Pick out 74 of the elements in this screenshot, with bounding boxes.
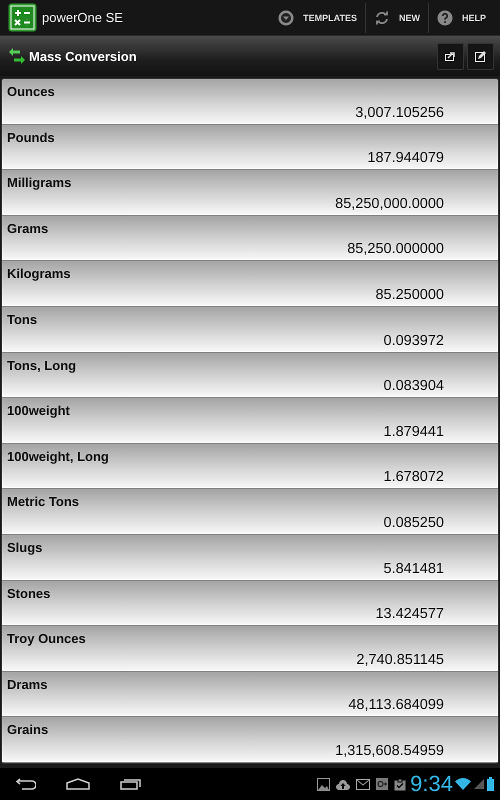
help-icon [436,10,453,26]
conversion-row[interactable]: Grams 85,250.000000 [2,216,498,262]
unit-value: 3,007.105256 [355,104,444,121]
conversion-row[interactable]: Milligrams 85,250,000.0000 [2,170,498,216]
unit-value: 85,250,000.0000 [335,196,444,212]
unit-label: Ounces [7,84,55,99]
conversion-row[interactable]: Ounces 3,007.105256 [2,79,498,125]
share-button[interactable] [437,42,464,70]
new-button[interactable]: NEW [364,2,428,32]
unit-value: 85,250.000000 [347,241,444,258]
edit-icon [475,50,486,62]
screen-title: Mass Conversion [29,48,138,64]
unit-value: 48,113.684099 [348,697,444,714]
unit-value: 1,315,608.54959 [335,742,444,759]
swap-arrows-icon [8,47,26,65]
battery-icon [487,777,494,791]
unit-label: Milligrams [7,175,72,190]
unit-label: Kilograms [7,266,71,282]
unit-value: 0.083904 [384,378,444,394]
clipboard-check-icon [394,778,406,790]
dropdown-icon [278,10,294,26]
conversion-row[interactable]: Stones 13.424577 [2,580,498,626]
unit-value: 2,740.851145 [356,652,444,668]
share-icon [445,51,456,61]
cloud-upload-icon [336,778,350,790]
unit-value: 85.250000 [375,286,444,303]
unit-value: 0.093972 [384,332,444,349]
wifi-icon [455,778,471,790]
unit-label: Grains [7,722,48,738]
unit-value: 5.841481 [384,560,444,577]
back-button[interactable] [14,778,36,790]
cell-signal-icon [474,779,484,789]
unit-value: 1.678072 [384,469,444,486]
conversion-row[interactable]: Pounds 187.944079 [2,124,498,170]
unit-label: Grams [7,220,48,236]
edit-button[interactable] [467,42,494,70]
conversion-row[interactable]: 100weight 1.879441 [2,398,498,444]
home-icon [66,778,90,790]
unit-label: Tons [7,312,38,327]
unit-label: Stones [7,586,50,601]
unit-value: 0.085250 [384,514,444,531]
social-app-icon [376,778,388,790]
conversion-row[interactable]: Troy Ounces 2,740.851145 [2,626,498,672]
conversion-row[interactable]: Tons 0.093972 [2,306,498,353]
conversion-row[interactable]: Drams 48,113.684099 [2,672,498,718]
unit-label: Troy Ounces [7,631,86,646]
unit-label: Drams [7,676,48,692]
unit-value: 187.944079 [367,150,444,166]
templates-button[interactable]: TEMPLATES [270,2,365,32]
unit-value: 1.879441 [384,424,444,440]
recent-apps-icon [120,778,142,790]
unit-label: Pounds [7,130,55,145]
conversion-row[interactable]: Tons, Long 0.083904 [2,352,498,398]
recent-apps-button[interactable] [120,778,142,790]
unit-label: Tons, Long [7,358,76,373]
back-icon [14,778,36,790]
conversion-row[interactable]: Kilograms 85.250000 [2,261,498,307]
unit-label: Slugs [7,540,42,555]
conversion-row[interactable]: Slugs 5.841481 [2,534,498,581]
app-title: powerOne SE [42,10,124,25]
conversion-row[interactable]: 100weight, Long 1.678072 [2,444,498,490]
calculator-logo-icon [8,3,37,32]
conversion-row[interactable]: Grains 1,315,608.54959 [2,717,498,763]
unit-label: 100weight, Long [7,448,109,464]
image-icon [317,778,330,790]
home-button[interactable] [66,778,90,790]
mail-icon [356,778,370,790]
clock-time: 9:34 [410,771,453,797]
unit-label: Metric Tons [7,494,79,510]
unit-value: 13.424577 [375,606,444,622]
conversion-row[interactable]: Metric Tons 0.085250 [2,489,498,535]
help-button[interactable]: HELP [428,2,494,32]
unit-label: 100weight [7,403,70,418]
refresh-icon [374,10,390,26]
